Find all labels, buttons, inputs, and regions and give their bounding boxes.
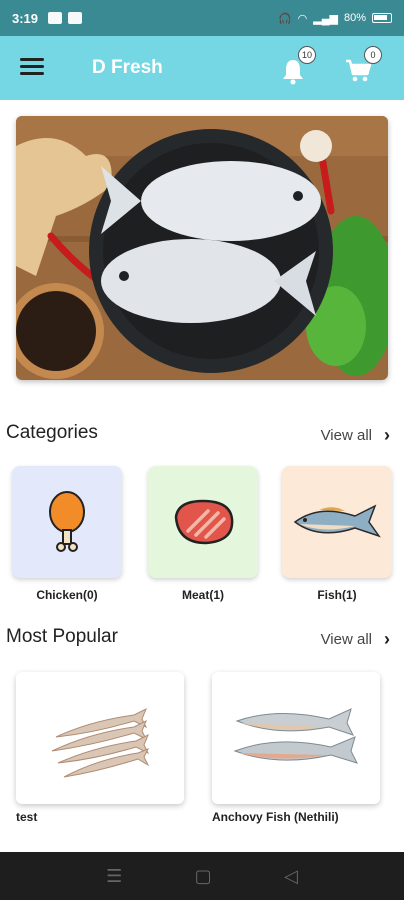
fish-icon: [293, 504, 381, 538]
product-card-anchovy[interactable]: [212, 672, 380, 804]
home-icon[interactable]: ▢: [195, 866, 212, 887]
app-bar: D Fresh 10 0: [0, 36, 404, 100]
signal-icon: ▂▄▆: [313, 12, 338, 25]
fish-platter-image: [16, 116, 388, 380]
category-card-fish[interactable]: [282, 466, 392, 578]
steak-icon: [174, 499, 234, 545]
popular-view-all[interactable]: View all ›: [321, 629, 390, 650]
popular-title: Most Popular: [6, 626, 118, 647]
categories-title: Categories: [6, 422, 98, 443]
battery-icon: [372, 13, 392, 23]
menu-icon: [20, 58, 44, 61]
product-label-anchovy: Anchovy Fish (Nethili): [212, 810, 339, 824]
popular-view-all-label: View all: [320, 631, 372, 648]
categories-view-all[interactable]: View all ›: [321, 425, 390, 446]
app-title: D Fresh: [92, 57, 163, 78]
status-time: 3:19: [12, 10, 39, 26]
notifications-button[interactable]: 10: [276, 46, 316, 86]
headphone-icon: 🎧: [277, 12, 292, 25]
categories-view-all-label: View all: [320, 427, 372, 444]
system-nav-bar: ☰ ▢ ◁: [0, 852, 404, 900]
hero-banner[interactable]: [16, 116, 388, 380]
notification-icon: [48, 12, 63, 24]
cart-count-badge: 0: [364, 46, 382, 64]
chicken-leg-icon: [49, 491, 85, 552]
category-label-fish: Fish(1): [317, 588, 357, 602]
menu-button[interactable]: [20, 58, 44, 76]
app-notification-icon: [68, 12, 83, 24]
product-card-test[interactable]: [16, 672, 184, 804]
category-label-chicken: Chicken(0): [36, 588, 98, 602]
chevron-right-icon: ›: [384, 425, 390, 445]
recents-icon[interactable]: ☰: [106, 866, 122, 887]
category-card-meat[interactable]: [148, 466, 258, 578]
category-card-chicken[interactable]: [12, 466, 122, 578]
status-bar: 3:19 🎧 ◠ ▂▄▆ 80%: [0, 0, 404, 36]
battery-level: 80%: [343, 12, 366, 24]
sardines-image: [51, 707, 150, 778]
anchovy-fish-image: [233, 708, 358, 764]
product-label-test: test: [16, 810, 38, 824]
category-label-meat: Meat(1): [181, 588, 224, 602]
wifi-icon: ◠: [297, 12, 308, 25]
notification-count-badge: 10: [298, 46, 316, 64]
back-icon[interactable]: ◁: [284, 866, 298, 887]
cart-button[interactable]: 0: [342, 46, 382, 86]
chevron-right-icon: ›: [384, 629, 390, 649]
